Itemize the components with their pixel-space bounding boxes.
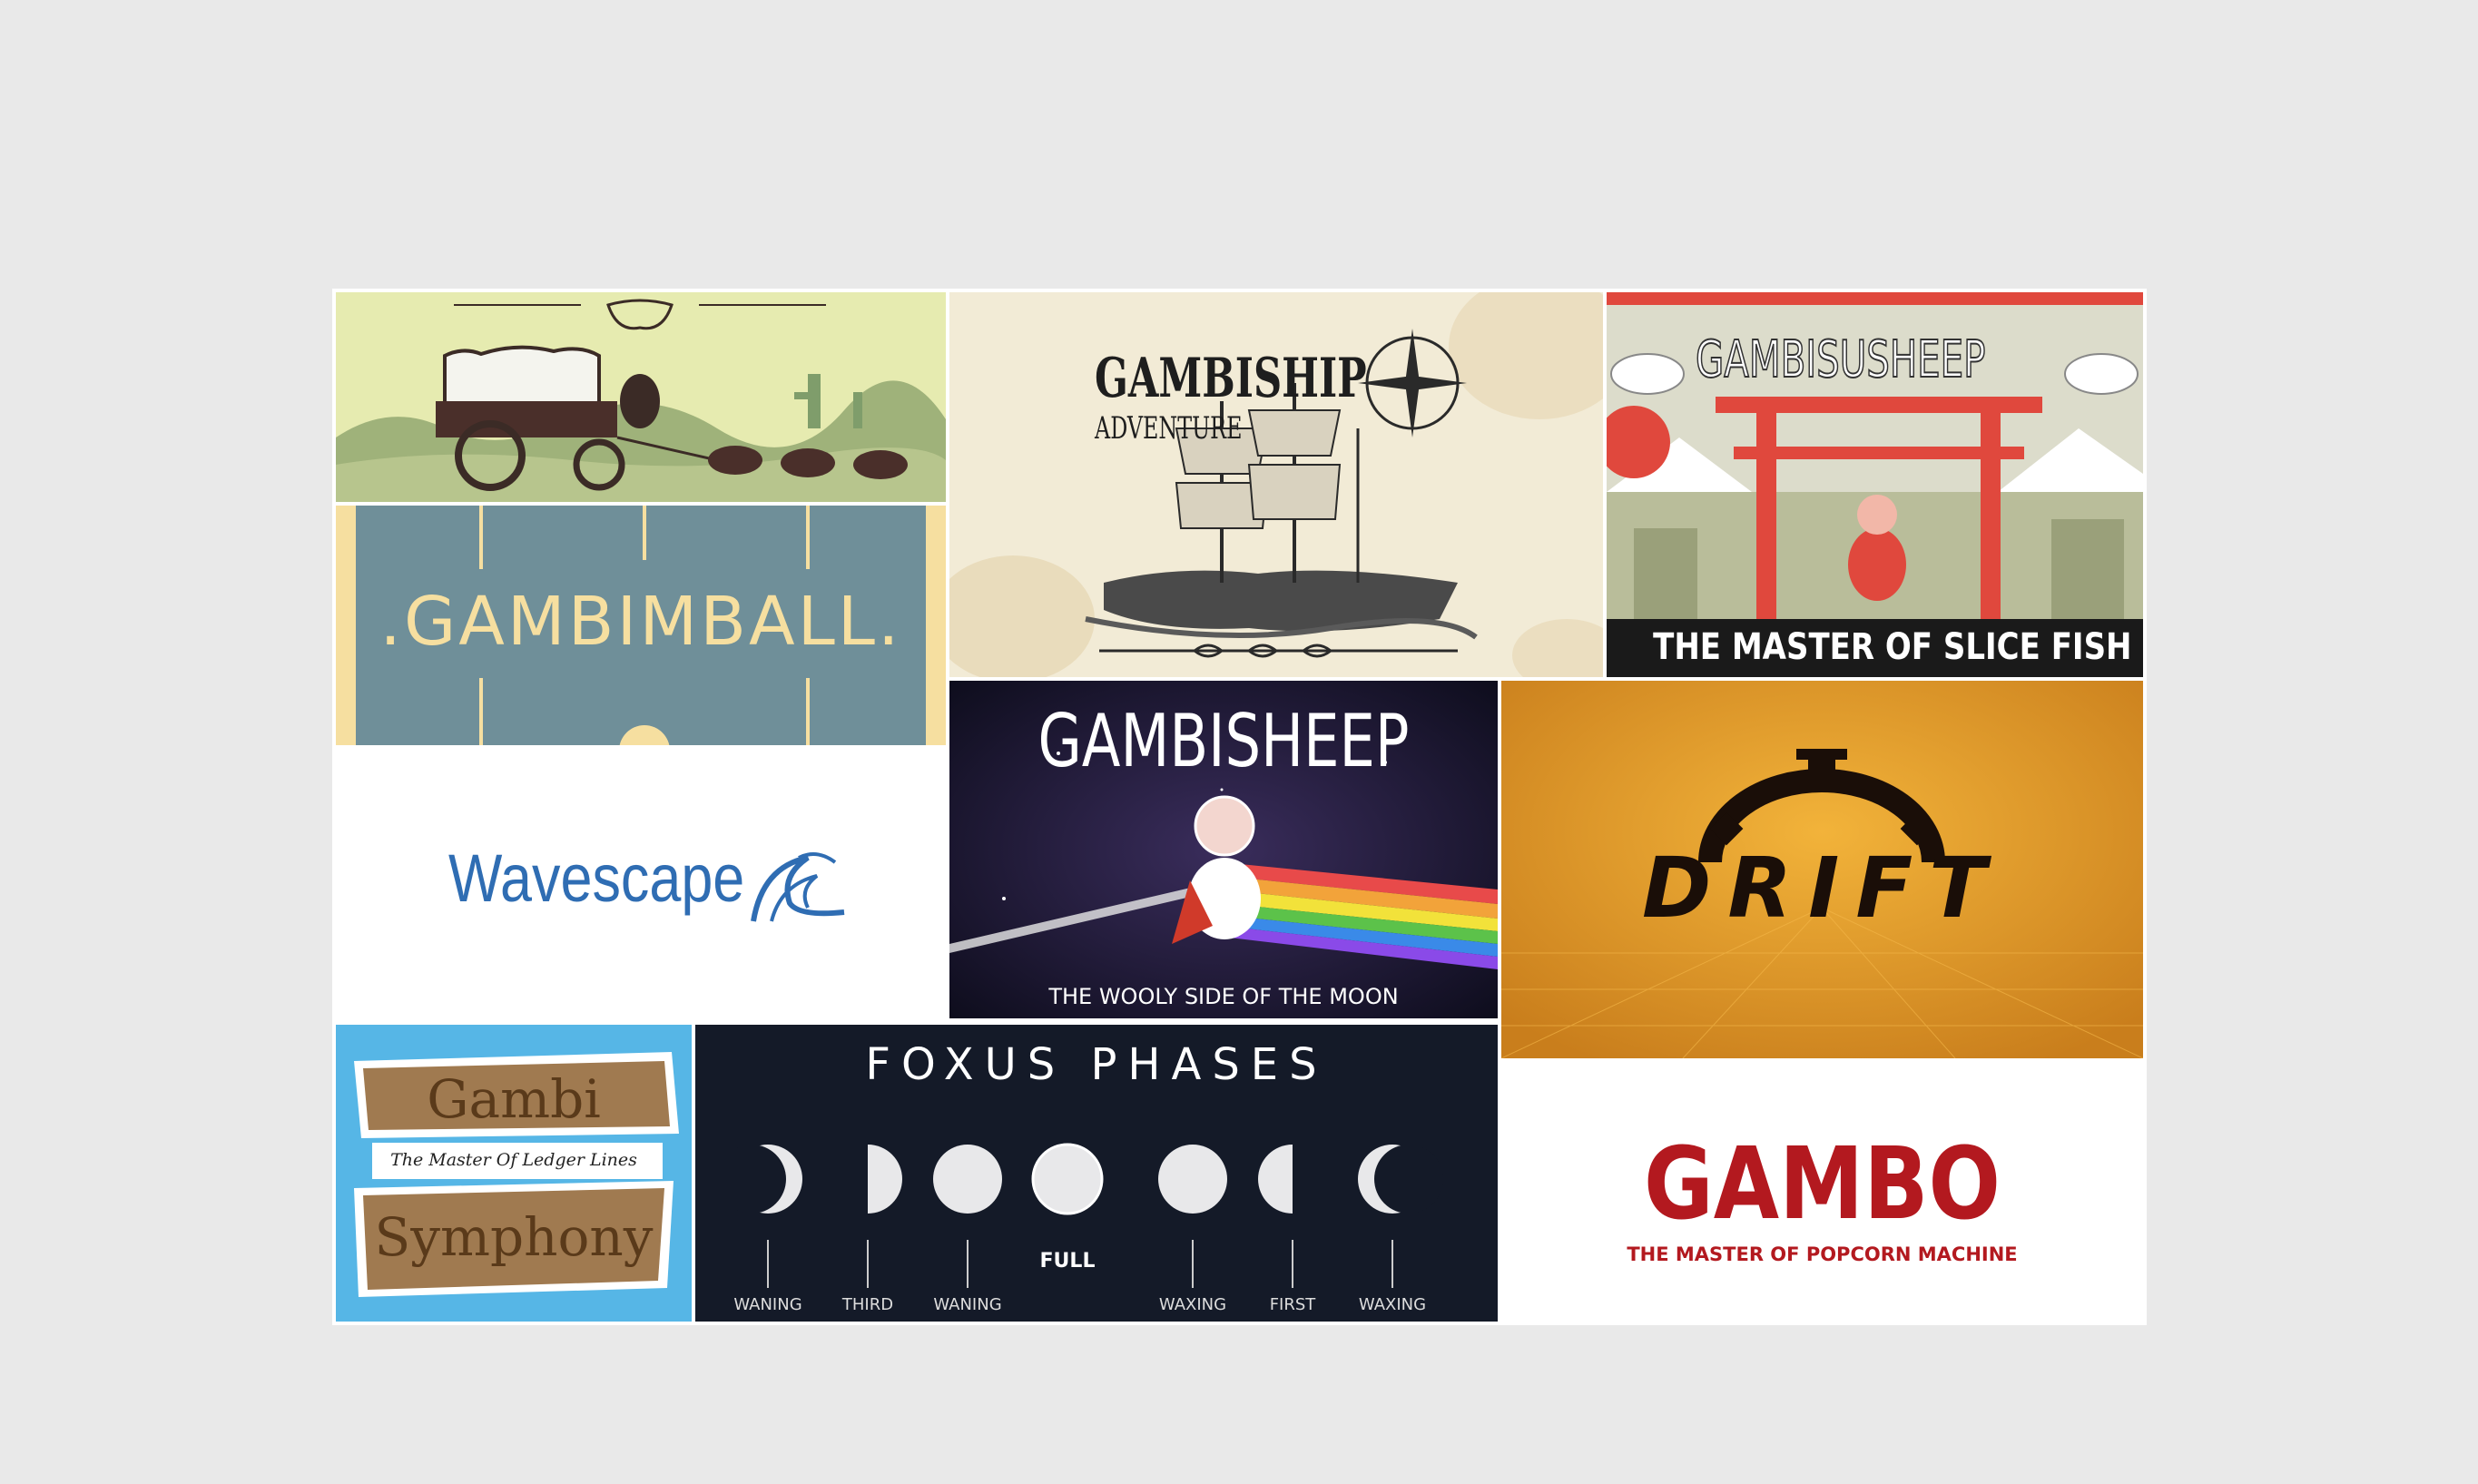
portfolio-grid: .GAMBIMBALL. Wavescape GAMBISHIP ADVENTU… [332,289,2147,1325]
gambo-title: GAMBO [1644,1125,2001,1242]
phase-label-5: WAXING [1158,1295,1227,1314]
gambiship-title: GAMBISHIP [1095,347,1367,410]
tile-foxus-phases[interactable]: FOXUS PHASES WANING THIRD WANING FULL WA… [695,1025,1498,1322]
phase-label-7: WAXING [1358,1295,1427,1314]
symphony-title-line2: Symphony [374,1206,654,1268]
wave-icon [751,852,845,922]
drift-title: DRIFT [1641,840,2003,937]
gambisusheep-title: GAMBISUSHEEP [1695,329,1986,390]
symphony-tagline: The Master Of Ledger Lines [390,1150,637,1170]
tile-gambisusheep[interactable]: GAMBISUSHEEP THE MASTER OF SLICE FISH [1607,292,2143,677]
gambisheep-title: GAMBISHEEP [1037,699,1410,783]
phase-label-6: FIRST [1269,1295,1316,1314]
gambimball-title: .GAMBIMBALL. [379,583,902,661]
gambo-subtitle: THE MASTER OF POPCORN MACHINE [1627,1243,2018,1265]
tile-wagon[interactable] [336,292,946,502]
tile-drift[interactable]: DRIFT [1501,681,2143,1058]
tile-gambi-symphony[interactable]: Gambi The Master Of Ledger Lines Symphon… [336,1025,692,1322]
phase-label-3: WANING [933,1295,1002,1314]
tile-wavescape[interactable]: Wavescape [336,749,946,1021]
phase-label-2: THIRD [841,1295,894,1314]
gambisheep-subtitle: THE WOOLY SIDE OF THE MOON [1048,984,1399,1009]
tile-gambisheep[interactable]: GAMBISHEEP THE WOOLY SIDE OF THE MOON [949,681,1498,1018]
tile-gambo[interactable]: GAMBO THE MASTER OF POPCORN MACHINE [1501,1062,2143,1322]
tile-gambiship[interactable]: GAMBISHIP ADVENTURE [949,292,1603,677]
gambisusheep-subtitle: THE MASTER OF SLICE FISH [1653,626,2132,668]
wavescape-title: Wavescape [448,840,745,916]
symphony-title-line1: Gambi [427,1068,601,1130]
wagon-illustration [336,292,946,502]
gambiship-subtitle: ADVENTURE [1095,410,1243,447]
phase-label-1: WANING [733,1295,802,1314]
phase-label-4: FULL [1039,1250,1096,1273]
tile-gambimball[interactable]: .GAMBIMBALL. [336,506,946,745]
foxus-title: FOXUS PHASES [865,1039,1328,1090]
